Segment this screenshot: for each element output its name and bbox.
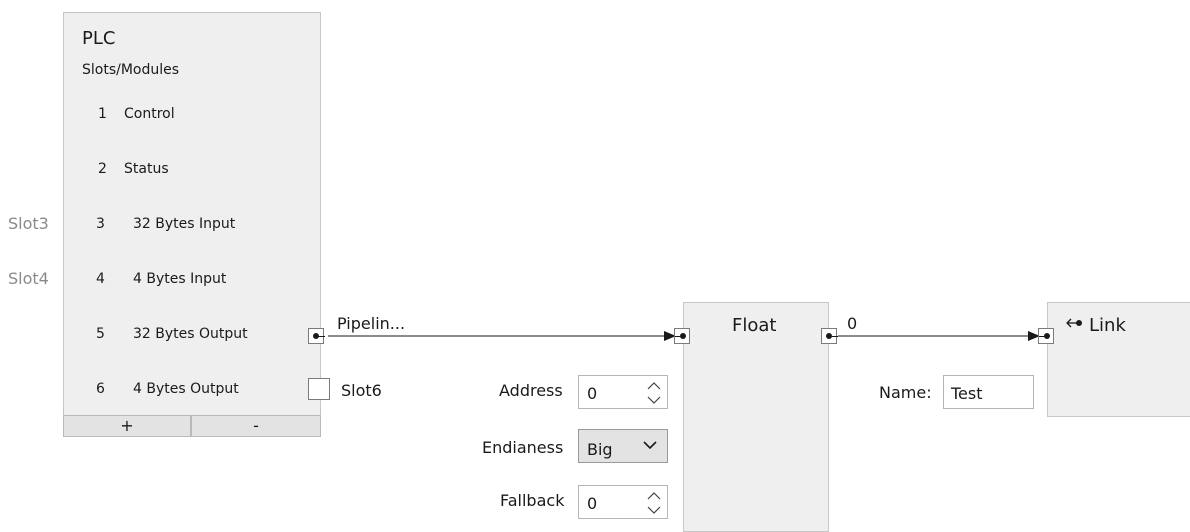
slot-2-label[interactable]: Status (124, 161, 169, 177)
float-node[interactable] (683, 302, 829, 532)
endianess-label: Endianess (482, 438, 564, 457)
slot6-port-checkbox[interactable] (308, 378, 330, 400)
slot-2-number: 2 (98, 161, 107, 177)
float-output-value: 0 (847, 314, 858, 333)
name-input[interactable]: Test (943, 375, 1034, 409)
spin-up-icon[interactable] (647, 492, 661, 500)
port-stem (318, 336, 325, 337)
slot-5-number: 5 (96, 326, 105, 342)
slot-5-label[interactable]: 32 Bytes Output (133, 326, 248, 342)
slot-1-number: 1 (98, 106, 107, 122)
slot6-external-label: Slot6 (341, 381, 382, 400)
endianess-value: Big (587, 440, 613, 459)
fallback-spinbox[interactable]: 0 (578, 485, 668, 519)
link-arrow-icon (1066, 318, 1082, 328)
slot3-external-label: Slot3 (8, 214, 49, 233)
name-label: Name: (879, 383, 932, 402)
float-output-port[interactable] (821, 328, 838, 344)
address-value: 0 (587, 384, 598, 403)
float-input-port[interactable] (674, 328, 690, 344)
fallback-label: Fallback (500, 491, 565, 510)
port-dot-icon (1044, 333, 1050, 339)
float-title: Float (732, 315, 777, 336)
address-spinbox[interactable]: 0 (578, 375, 668, 409)
name-value: Test (951, 384, 983, 403)
pipeline-label: Pipelin... (337, 314, 406, 333)
spin-up-icon[interactable] (647, 382, 661, 390)
add-slot-button[interactable]: + (63, 415, 191, 437)
spin-down-icon[interactable] (647, 396, 661, 404)
address-label: Address (499, 381, 563, 400)
endianess-select[interactable]: Big (578, 429, 668, 463)
slot-1-label[interactable]: Control (124, 106, 175, 122)
slot-6-number: 6 (96, 381, 105, 397)
slot5-output-port[interactable] (308, 328, 325, 344)
remove-slot-button[interactable]: - (191, 415, 321, 437)
link-input-port[interactable] (1038, 328, 1054, 344)
slot4-external-label: Slot4 (8, 269, 49, 288)
slot-4-label[interactable]: 4 Bytes Input (133, 271, 226, 287)
slot-4-number: 4 (96, 271, 105, 287)
plc-title: PLC (82, 28, 116, 49)
slot-3-number: 3 (96, 216, 105, 232)
link-title: Link (1089, 315, 1126, 336)
plc-subtitle: Slots/Modules (82, 62, 180, 78)
spin-down-icon[interactable] (647, 506, 661, 514)
slot-3-label[interactable]: 32 Bytes Input (133, 216, 235, 232)
fallback-value: 0 (587, 494, 598, 513)
slot-6-label[interactable]: 4 Bytes Output (133, 381, 239, 397)
port-stem (831, 336, 838, 337)
chevron-down-icon (643, 441, 657, 450)
port-dot-icon (680, 333, 686, 339)
